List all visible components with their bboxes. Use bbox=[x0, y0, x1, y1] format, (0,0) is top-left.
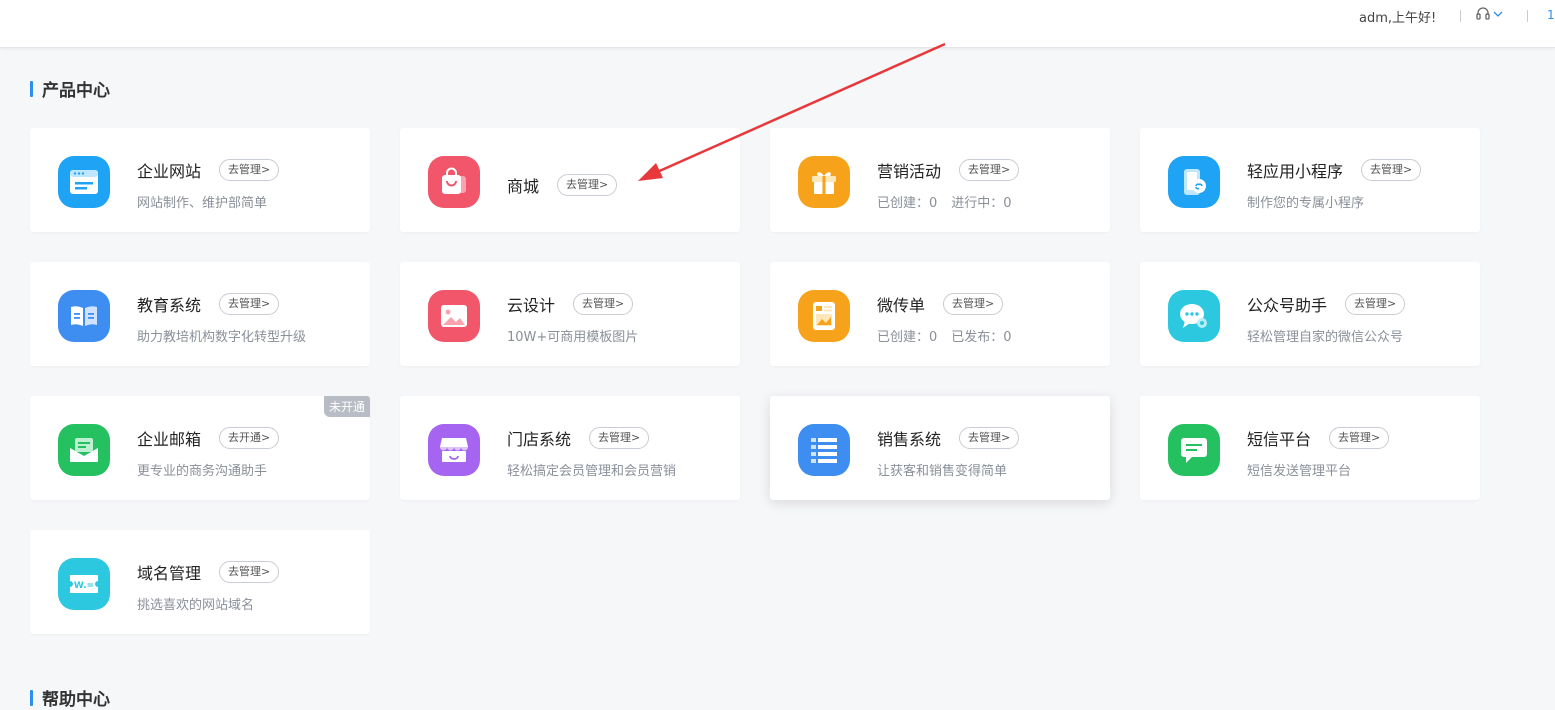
card-description: 短信发送管理平台 bbox=[1247, 464, 1352, 479]
product-card-flyer[interactable]: 微传单 去管理> 已创建：0 已发布：0 bbox=[770, 262, 1110, 366]
product-card-mall[interactable]: 商城 去管理> bbox=[400, 128, 740, 232]
card-title: 短信平台 去管理> bbox=[1247, 426, 1390, 450]
section-title-product-center: 产品中心 bbox=[30, 76, 110, 101]
product-card-sales[interactable]: 销售系统 去管理> 让获客和销售变得简单 bbox=[770, 396, 1110, 500]
header-divider bbox=[1527, 10, 1528, 22]
book-icon bbox=[58, 290, 110, 342]
manage-button[interactable]: 去管理> bbox=[1361, 159, 1422, 181]
published-count: 已发布：0 bbox=[951, 330, 1012, 345]
header-divider bbox=[1460, 10, 1461, 22]
product-card-mini-program[interactable]: 轻应用小程序 去管理> 制作您的专属小程序 bbox=[1140, 128, 1480, 232]
section-title-text: 产品中心 bbox=[42, 81, 110, 101]
card-description: 轻松搞定会员管理和会员营销 bbox=[507, 464, 677, 479]
card-title: 云设计 去管理> bbox=[507, 292, 634, 316]
product-card-official-account[interactable]: 公众号助手 去管理> 轻松管理自家的微信公众号 bbox=[1140, 262, 1480, 366]
manage-button[interactable]: 去管理> bbox=[219, 159, 280, 181]
card-title: 企业邮箱 去开通> bbox=[137, 426, 280, 450]
manage-button[interactable]: 去管理> bbox=[959, 427, 1020, 449]
gift-icon bbox=[798, 156, 850, 208]
store-icon bbox=[428, 424, 480, 476]
card-title: 域名管理 去管理> bbox=[137, 560, 280, 584]
product-card-store[interactable]: 门店系统 去管理> 轻松搞定会员管理和会员营销 bbox=[400, 396, 740, 500]
product-card-email[interactable]: 未开通 企业邮箱 去开通> 更专业的商务沟通助手 bbox=[30, 396, 370, 500]
product-card-education[interactable]: 教育系统 去管理> 助力教培机构数字化转型升级 bbox=[30, 262, 370, 366]
card-description: 制作您的专属小程序 bbox=[1247, 196, 1365, 211]
manage-button[interactable]: 去管理> bbox=[959, 159, 1020, 181]
card-description: 助力教培机构数字化转型升级 bbox=[137, 330, 307, 345]
user-greeting[interactable]: adm,上午好! bbox=[1359, 7, 1436, 26]
created-count: 已创建：0 bbox=[877, 196, 938, 211]
product-card-sms[interactable]: 短信平台 去管理> 短信发送管理平台 bbox=[1140, 396, 1480, 500]
sms-icon bbox=[1168, 424, 1220, 476]
manage-button[interactable]: 去管理> bbox=[219, 561, 280, 583]
section-accent-bar bbox=[30, 689, 33, 706]
manage-button[interactable]: 去管理> bbox=[1329, 427, 1390, 449]
card-description: 10W+可商用模板图片 bbox=[507, 330, 639, 345]
card-title: 营销活动 去管理> bbox=[877, 158, 1020, 182]
section-accent-bar bbox=[30, 80, 33, 97]
manage-button[interactable]: 去管理> bbox=[557, 174, 618, 196]
in-progress-count: 进行中：0 bbox=[951, 196, 1012, 211]
not-activated-badge: 未开通 bbox=[323, 396, 370, 417]
product-card-domain[interactable]: W.= 域名管理 去管理> 挑选喜欢的网站域名 bbox=[30, 530, 370, 634]
list-icon bbox=[798, 424, 850, 476]
manage-button[interactable]: 去管理> bbox=[573, 293, 634, 315]
card-title: 销售系统 去管理> bbox=[877, 426, 1020, 450]
top-header: adm,上午好! 1 bbox=[0, 0, 1555, 48]
card-description: 让获客和销售变得简单 bbox=[877, 464, 1008, 479]
chat-gear-icon bbox=[1168, 290, 1220, 342]
customer-service-button[interactable] bbox=[1475, 5, 1505, 23]
manage-button[interactable]: 去管理> bbox=[1345, 293, 1406, 315]
mail-icon bbox=[58, 424, 110, 476]
card-stats: 已创建：0 进行中：0 bbox=[877, 192, 1026, 211]
card-title: 微传单 去管理> bbox=[877, 292, 1004, 316]
card-description: 网站制作、维护部简单 bbox=[137, 196, 268, 211]
card-title: 门店系统 去管理> bbox=[507, 426, 650, 450]
section-title-text: 帮助中心 bbox=[42, 690, 110, 710]
manage-button[interactable]: 去管理> bbox=[589, 427, 650, 449]
activate-button[interactable]: 去开通> bbox=[219, 427, 280, 449]
mini-program-icon bbox=[1168, 156, 1220, 208]
card-stats: 已创建：0 已发布：0 bbox=[877, 326, 1026, 345]
card-title: 轻应用小程序 去管理> bbox=[1247, 158, 1422, 182]
card-description: 更专业的商务沟通助手 bbox=[137, 464, 268, 479]
headset-icon bbox=[1475, 6, 1491, 22]
card-description: 挑选喜欢的网站域名 bbox=[137, 598, 255, 613]
created-count: 已创建：0 bbox=[877, 330, 938, 345]
chevron-down-icon bbox=[1493, 9, 1503, 19]
card-description: 轻松管理自家的微信公众号 bbox=[1247, 330, 1404, 345]
manage-button[interactable]: 去管理> bbox=[943, 293, 1004, 315]
domain-icon: W.= bbox=[58, 558, 110, 610]
card-title: 公众号助手 去管理> bbox=[1247, 292, 1406, 316]
card-title: 企业网站 去管理> bbox=[137, 158, 280, 182]
flyer-icon bbox=[798, 290, 850, 342]
product-card-marketing[interactable]: 营销活动 去管理> 已创建：0 进行中：0 bbox=[770, 128, 1110, 232]
image-icon bbox=[428, 290, 480, 342]
card-title: 商城 去管理> bbox=[507, 173, 618, 197]
manage-button[interactable]: 去管理> bbox=[219, 293, 280, 315]
svg-text:W.=: W.= bbox=[74, 581, 94, 591]
header-edge-item[interactable]: 1 bbox=[1547, 8, 1555, 22]
product-card-website[interactable]: 企业网站 去管理> 网站制作、维护部简单 bbox=[30, 128, 370, 232]
card-title: 教育系统 去管理> bbox=[137, 292, 280, 316]
section-title-help-center: 帮助中心 bbox=[30, 685, 110, 710]
website-icon bbox=[58, 156, 110, 208]
shopping-bag-icon bbox=[428, 156, 480, 208]
product-card-cloud-design[interactable]: 云设计 去管理> 10W+可商用模板图片 bbox=[400, 262, 740, 366]
